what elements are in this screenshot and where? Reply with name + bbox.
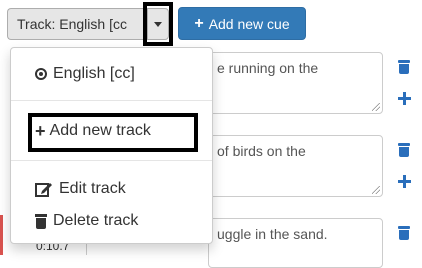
menu-item-english-cc[interactable]: English [cc] (11, 61, 212, 87)
annotation-highlight-add-track (28, 113, 198, 152)
trash-icon[interactable] (398, 143, 410, 157)
radio-checked-icon (35, 68, 47, 80)
track-select-button[interactable]: Track: English [cc (7, 8, 147, 40)
menu-item-label: English [cc] (53, 65, 135, 82)
cue-text-field[interactable]: of birds on the (208, 135, 383, 197)
resize-grip-icon[interactable] (372, 103, 380, 111)
menu-divider (11, 160, 212, 161)
add-new-cue-label: Add new cue (208, 15, 290, 32)
cue-text-field[interactable]: uggle in the sand. (208, 218, 383, 268)
menu-item-edit-track[interactable]: Edit track (11, 176, 212, 202)
add-cue-icon[interactable] (398, 175, 411, 188)
cue-text-field[interactable]: e running on the (208, 52, 383, 114)
add-cue-icon[interactable] (398, 92, 411, 105)
trash-icon[interactable] (398, 226, 410, 240)
trash-icon[interactable] (398, 60, 410, 74)
menu-item-label: Edit track (59, 180, 126, 197)
plus-icon: + (194, 14, 204, 32)
annotation-highlight-caret (143, 2, 173, 46)
add-new-cue-button[interactable]: + Add new cue (178, 7, 306, 40)
menu-divider (11, 100, 212, 101)
menu-item-delete-track[interactable]: Delete track (11, 208, 212, 234)
current-cue-marker (0, 215, 3, 255)
edit-icon (35, 183, 52, 197)
menu-item-label: Delete track (53, 212, 139, 229)
track-select-label: Track: English [cc (17, 16, 127, 32)
trash-icon (35, 213, 47, 229)
resize-grip-icon[interactable] (372, 186, 380, 194)
cue-text-value: e running on the (217, 60, 319, 76)
cue-text-value: uggle in the sand. (217, 226, 328, 242)
cue-text-value: of birds on the (217, 143, 306, 159)
